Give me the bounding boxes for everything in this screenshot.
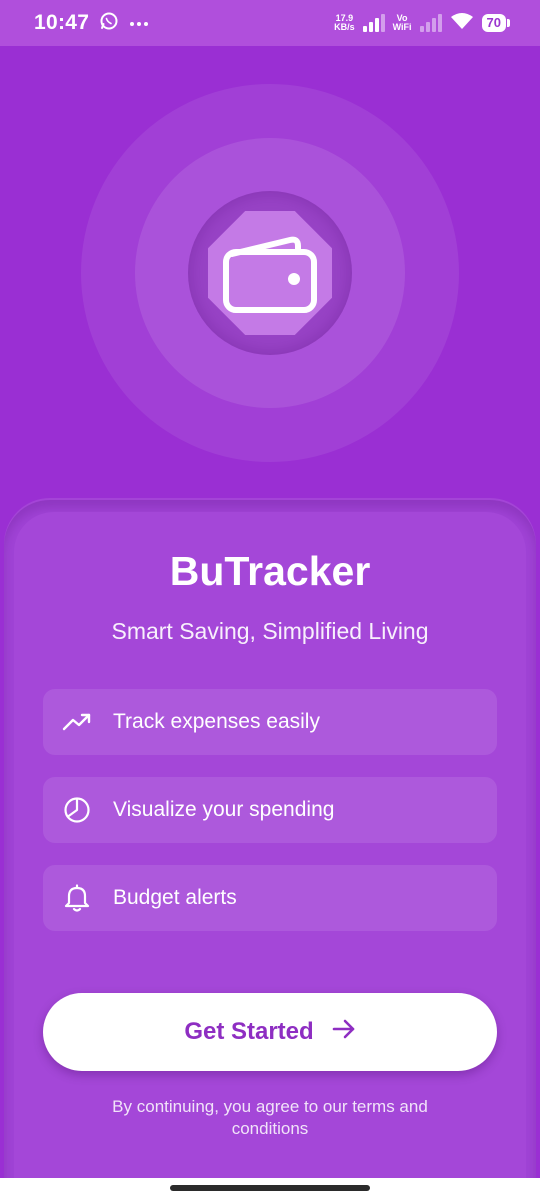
feature-label: Visualize your spending (113, 798, 335, 821)
wifi-icon (450, 12, 474, 35)
pie-chart-icon (61, 794, 93, 826)
more-icon (129, 14, 149, 32)
signal-icon-2 (419, 14, 442, 32)
arrow-right-icon (332, 1018, 356, 1046)
feature-label: Budget alerts (113, 886, 237, 909)
terms-text[interactable]: By continuing, you agree to our terms an… (90, 1096, 450, 1140)
app-title: BuTracker (169, 548, 371, 594)
feature-budget-alerts: Budget alerts (43, 865, 497, 931)
bell-icon (61, 882, 93, 914)
status-time: 10:47 (34, 11, 90, 34)
onboarding-card (4, 500, 536, 1200)
feature-track-expenses: Track expenses easily (43, 689, 497, 755)
status-bar: 10:47 17.9 KB/s Vo WiFi 70 (0, 0, 540, 46)
get-started-label: Get Started (184, 1018, 314, 1045)
battery-icon: 70 (481, 14, 511, 32)
trending-up-icon (61, 706, 93, 738)
wallet-icon (218, 222, 322, 326)
feature-visualize-spending: Visualize your spending (43, 777, 497, 843)
feature-label: Track expenses easily (113, 710, 320, 733)
get-started-button[interactable]: Get Started (43, 993, 497, 1071)
signal-icon (362, 14, 385, 32)
whatsapp-icon (99, 11, 119, 36)
volte-indicator: Vo WiFi (392, 13, 412, 32)
home-indicator[interactable] (170, 1185, 370, 1191)
net-speed: 17.9 KB/s (334, 13, 355, 32)
app-tagline: Smart Saving, Simplified Living (111, 618, 429, 644)
